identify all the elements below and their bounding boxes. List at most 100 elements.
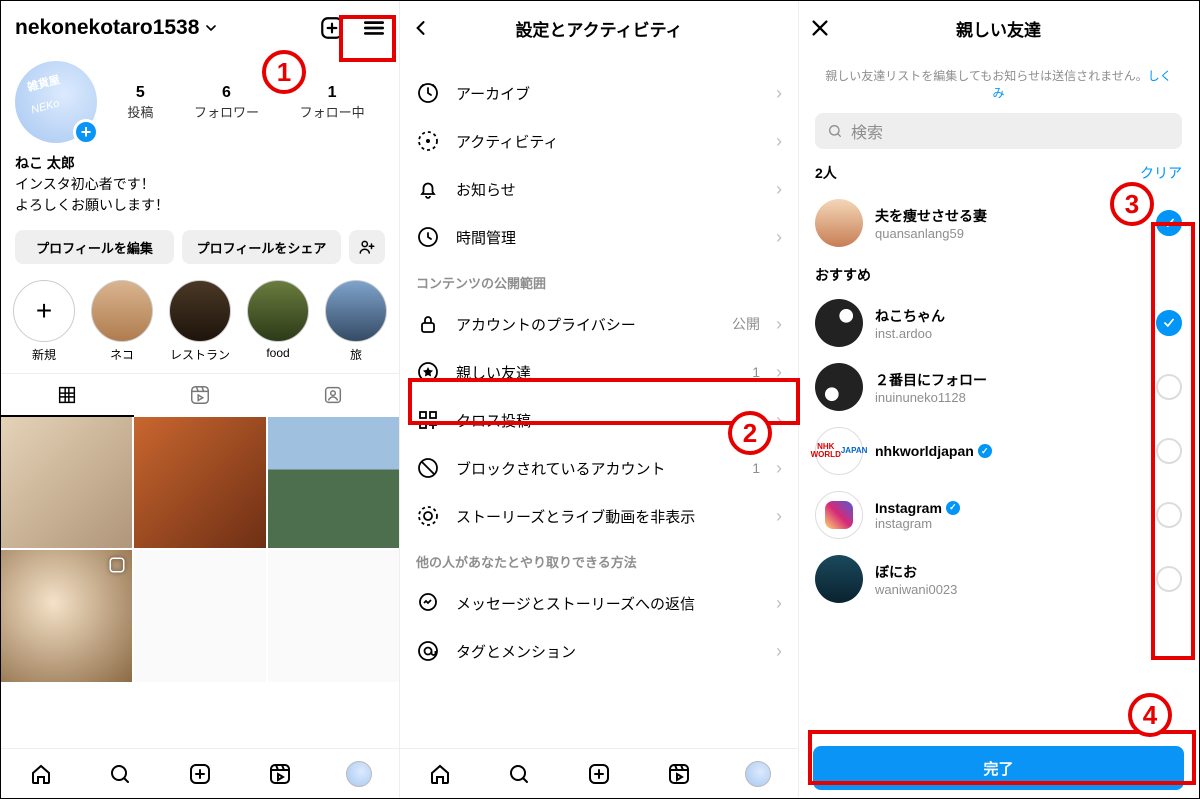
nav-profile[interactable] xyxy=(718,749,798,798)
tab-grid[interactable] xyxy=(1,374,134,417)
clear-button[interactable]: クリア xyxy=(1140,163,1182,183)
avatar xyxy=(815,199,863,247)
add-story-badge-icon: + xyxy=(73,119,99,145)
edit-profile-button[interactable]: プロフィールを編集 xyxy=(15,230,174,264)
create-button[interactable] xyxy=(317,13,347,43)
post-cell[interactable] xyxy=(134,550,265,681)
settings-notifications[interactable]: お知らせ› xyxy=(416,165,782,213)
settings-screen: 設定とアクティビティ アーカイブ› アクティビティ› お知らせ› 時間管理› コ… xyxy=(400,1,799,798)
following-stat[interactable]: 1フォロー中 xyxy=(300,84,365,121)
home-icon xyxy=(29,762,53,786)
user-row[interactable]: ねこちゃんinst.ardoo xyxy=(815,291,1182,355)
back-button[interactable] xyxy=(410,13,432,43)
select-checkbox[interactable] xyxy=(1156,502,1182,528)
select-checkbox[interactable] xyxy=(1156,374,1182,400)
settings-tags[interactable]: タグとメンション› xyxy=(416,627,782,675)
highlight[interactable]: 旅 xyxy=(325,280,387,363)
highlight[interactable]: food xyxy=(247,280,309,363)
highlight[interactable]: レストラン xyxy=(169,280,231,363)
close-button[interactable] xyxy=(809,13,831,43)
done-button[interactable]: 完了 xyxy=(813,746,1184,790)
nav-create[interactable] xyxy=(160,749,240,798)
settings-cross-post[interactable]: クロス投稿› xyxy=(416,396,782,444)
page-title: 親しい友達 xyxy=(843,16,1154,41)
plus-square-icon xyxy=(319,15,345,41)
settings-activity[interactable]: アクティビティ› xyxy=(416,117,782,165)
nav-create[interactable] xyxy=(559,749,639,798)
search-input[interactable]: 検索 xyxy=(815,113,1182,149)
bio-block: ねこ 太郎 インスタ初心者です！ よろしくお願いします！ xyxy=(1,149,399,220)
post-cell[interactable] xyxy=(1,550,132,681)
close-friends-screen: 親しい友達 親しい友達リストを編集してもお知らせは送信されません。しくみ 検索 … xyxy=(799,1,1198,798)
verified-icon: ✓ xyxy=(978,444,992,458)
username-dropdown[interactable]: nekonekotaro1538 xyxy=(11,16,305,40)
star-circle-icon xyxy=(416,360,440,384)
menu-button[interactable] xyxy=(359,13,389,43)
display-name: ねこ 太郎 xyxy=(15,153,385,174)
share-profile-button[interactable]: プロフィールをシェア xyxy=(182,230,341,264)
section-header: 他の人があなたとやり取りできる方法 xyxy=(416,540,782,579)
verified-icon: ✓ xyxy=(946,501,960,515)
search-icon xyxy=(507,762,531,786)
post-cell[interactable] xyxy=(1,417,132,548)
reels-icon xyxy=(268,762,292,786)
settings-privacy[interactable]: アカウントのプライバシー公開› xyxy=(416,300,782,348)
user-row[interactable]: 夫を痩せさせる妻quansanlang59 xyxy=(815,191,1182,255)
chevron-right-icon: › xyxy=(776,458,782,479)
username-label: nekonekotaro1538 xyxy=(15,16,199,40)
profile-avatar[interactable]: + xyxy=(15,61,97,143)
tab-tagged[interactable] xyxy=(266,374,399,417)
nav-home[interactable] xyxy=(400,749,480,798)
bell-icon xyxy=(416,177,440,201)
settings-archive[interactable]: アーカイブ› xyxy=(416,69,782,117)
avatar: NHKWORLDJAPAN xyxy=(815,427,863,475)
chevron-right-icon: › xyxy=(776,131,782,152)
settings-blocked[interactable]: ブロックされているアカウント1› xyxy=(416,444,782,492)
nav-reels[interactable] xyxy=(240,749,320,798)
highlight[interactable]: ネコ xyxy=(91,280,153,363)
settings-replies[interactable]: メッセージとストーリーズへの返信› xyxy=(416,579,782,627)
nav-avatar-icon xyxy=(346,761,372,787)
user-row[interactable]: ２番目にフォローinuinuneko1128 xyxy=(815,355,1182,419)
check-icon xyxy=(1162,216,1176,230)
search-icon xyxy=(827,123,843,139)
plus-square-icon xyxy=(188,762,212,786)
select-checkbox[interactable] xyxy=(1156,310,1182,336)
nav-reels[interactable] xyxy=(639,749,719,798)
grid-icon xyxy=(56,384,78,406)
chevron-right-icon: › xyxy=(776,83,782,104)
messenger-icon xyxy=(416,591,440,615)
user-row[interactable]: ぼにおwaniwani0023 xyxy=(815,547,1182,611)
bio-line: よろしくお願いします！ xyxy=(15,195,385,216)
select-checkbox[interactable] xyxy=(1156,438,1182,464)
user-row[interactable]: Instagram✓instagram xyxy=(815,483,1182,547)
chevron-right-icon: › xyxy=(776,593,782,614)
info-note: 親しい友達リストを編集してもお知らせは送信されません。しくみ xyxy=(815,55,1182,113)
nav-home[interactable] xyxy=(1,749,81,798)
tab-reels[interactable] xyxy=(134,374,267,417)
settings-close-friends[interactable]: 親しい友達1› xyxy=(416,348,782,396)
settings-hide-story[interactable]: ストーリーズとライブ動画を非表示› xyxy=(416,492,782,540)
nav-search[interactable] xyxy=(81,749,161,798)
nav-profile[interactable] xyxy=(319,749,399,798)
highlight-new[interactable]: +新規 xyxy=(13,280,75,363)
settings-time[interactable]: 時間管理› xyxy=(416,213,782,261)
posts-stat[interactable]: 5投稿 xyxy=(127,84,153,121)
post-cell[interactable] xyxy=(268,417,399,548)
suggest-button[interactable] xyxy=(349,230,385,264)
followers-stat[interactable]: 6フォロワー xyxy=(194,84,259,121)
select-checkbox[interactable] xyxy=(1156,566,1182,592)
avatar xyxy=(815,555,863,603)
select-checkbox[interactable] xyxy=(1156,210,1182,236)
bio-line: インスタ初心者です！ xyxy=(15,174,385,195)
post-cell[interactable] xyxy=(268,550,399,681)
user-row[interactable]: NHKWORLDJAPAN nhkworldjapan✓ xyxy=(815,419,1182,483)
post-cell[interactable] xyxy=(134,417,265,548)
highlights-row[interactable]: +新規 ネコ レストラン food 旅 xyxy=(1,274,399,369)
ban-icon xyxy=(416,456,440,480)
section-header: おすすめ xyxy=(815,265,1182,285)
chevron-down-icon xyxy=(203,20,219,36)
close-icon xyxy=(809,17,831,39)
nav-search[interactable] xyxy=(480,749,560,798)
chevron-left-icon xyxy=(411,18,431,38)
